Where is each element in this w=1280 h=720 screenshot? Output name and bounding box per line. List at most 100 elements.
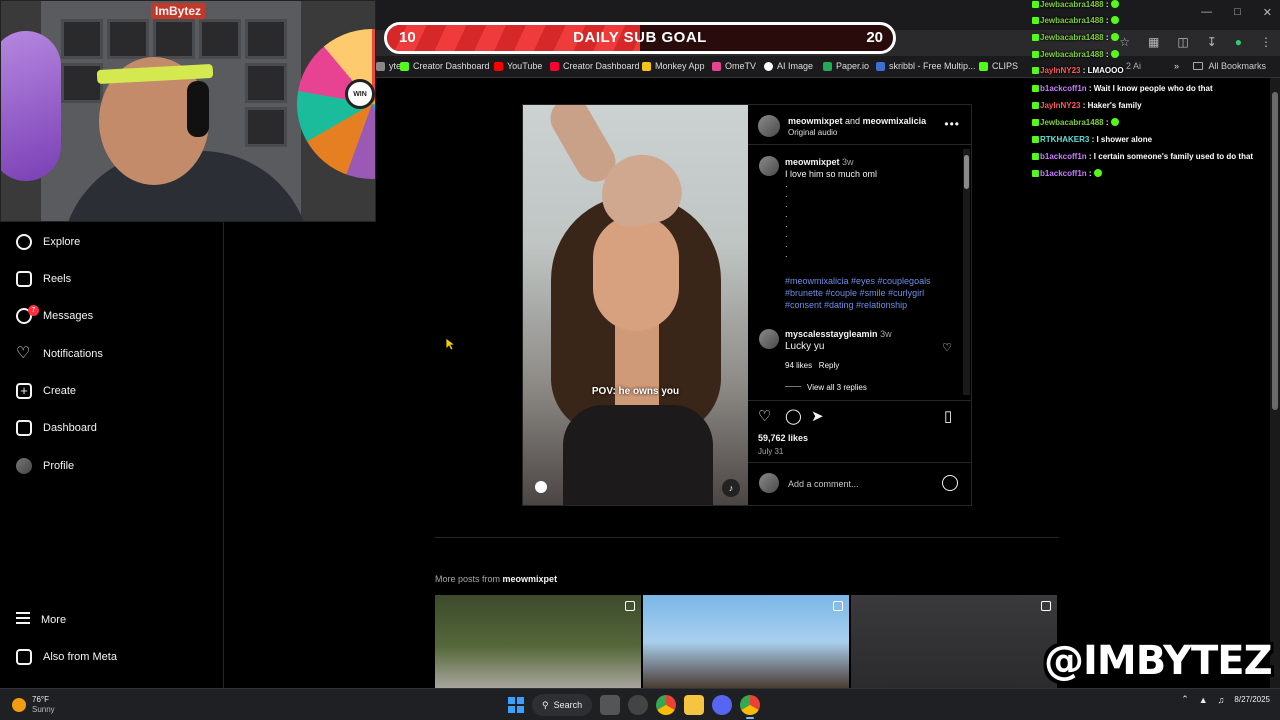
tagged-user-icon[interactable]: [535, 481, 547, 493]
avatar[interactable]: [759, 329, 779, 349]
carousel-icon: [1041, 601, 1051, 611]
bookmark[interactable]: OmeTV: [712, 61, 756, 71]
post-thumbnail[interactable]: [851, 595, 1057, 688]
discord-icon[interactable]: [712, 695, 733, 715]
chat-message: Jewbacabra1488 :: [1032, 118, 1119, 127]
file-explorer-icon[interactable]: [684, 695, 705, 715]
chat-username[interactable]: b1ackcoff1n: [1040, 84, 1087, 93]
bookmark[interactable]: Creator Dashboard: [400, 61, 490, 71]
post-card: POV: he owns you ♪ meowmixpet and meowmi…: [522, 104, 972, 506]
bookmark-label: CLIPS: [992, 61, 1019, 71]
bookmark[interactable]: Monkey App: [642, 61, 705, 71]
volume-icon[interactable]: ♫: [1218, 695, 1225, 705]
carousel-icon: [625, 601, 635, 611]
chat-username[interactable]: JaylnNY23: [1040, 66, 1080, 75]
chat-separator: :: [1086, 169, 1094, 178]
sidebar-item-more[interactable]: More: [16, 612, 66, 628]
bookmark[interactable]: Paper.io: [823, 61, 869, 71]
audio-link[interactable]: Original audio: [788, 128, 837, 137]
taskbar-search[interactable]: ⚲ Search: [532, 694, 593, 716]
chat-separator: :: [1103, 16, 1111, 25]
comment-icon[interactable]: ◯: [785, 409, 802, 424]
reel-video[interactable]: POV: he owns you ♪: [523, 105, 748, 505]
comment-like-icon[interactable]: ♡: [942, 341, 952, 354]
chat-username[interactable]: Jewbacabra1488: [1040, 50, 1104, 59]
share-icon[interactable]: ➤: [811, 409, 824, 424]
sidebar-item-messages[interactable]: 7 Messages: [16, 305, 93, 324]
like-icon[interactable]: ♡: [758, 409, 771, 424]
sidebar-item-reels[interactable]: Reels: [16, 271, 71, 287]
view-replies[interactable]: View all 3 replies: [785, 383, 867, 392]
bookmark[interactable]: skribbl - Free Multip...: [876, 61, 976, 71]
system-tray: ⌃ ▲ ♫ 8/27/2025: [1181, 694, 1270, 705]
chat-username[interactable]: Jewbacabra1488: [1040, 0, 1104, 9]
post-thumbnail[interactable]: [643, 595, 849, 688]
post-thumbnail[interactable]: [435, 595, 641, 688]
shelf-cell: [107, 19, 149, 59]
clock[interactable]: 8/27/2025: [1234, 695, 1270, 705]
more-posts-user[interactable]: meowmixpet: [503, 574, 558, 584]
chat-username[interactable]: JaylnNY23: [1040, 101, 1080, 110]
wifi-icon[interactable]: ▲: [1199, 695, 1208, 705]
chat-username[interactable]: b1ackcoff1n: [1040, 169, 1087, 178]
bookmark[interactable]: YouTube: [494, 61, 542, 71]
chat-badge-icon: [1032, 51, 1039, 58]
volume-icon[interactable]: ♪: [722, 479, 740, 497]
caption-username[interactable]: meowmixpet: [785, 157, 840, 167]
post-date: July 31: [758, 447, 784, 456]
chat-username[interactable]: b1ackcoff1n: [1040, 152, 1087, 161]
reply-link[interactable]: Reply: [819, 361, 839, 370]
chat-username[interactable]: Jewbacabra1488: [1040, 118, 1104, 127]
post-sidebar: meowmixpet and meowmixalicia Original au…: [748, 105, 972, 505]
sidebar-item-label: More: [41, 614, 67, 626]
comment-likes[interactable]: 94 likes: [785, 361, 812, 370]
headset-icon: [187, 81, 209, 137]
author-link[interactable]: meowmixpet: [788, 116, 843, 126]
avatar[interactable]: [759, 156, 779, 176]
sidebar-item-notifications[interactable]: ♡ Notifications: [16, 346, 103, 362]
comment-input[interactable]: Add a comment...: [788, 479, 859, 489]
comments-scrollbar[interactable]: [963, 149, 970, 395]
shelf-cell: [245, 63, 287, 103]
chat-username[interactable]: RTKHAKER3: [1040, 135, 1089, 144]
windows-start-icon[interactable]: [508, 697, 524, 713]
chat-badge-icon: [1032, 1, 1039, 8]
sidebar-item-create[interactable]: + Create: [16, 383, 76, 399]
sidebar-item-dashboard[interactable]: Dashboard: [16, 420, 97, 436]
cursor-icon: [445, 337, 455, 351]
scroll-thumb[interactable]: [964, 155, 969, 189]
bookmark-icon[interactable]: ▯: [944, 409, 952, 424]
task-view-icon[interactable]: [600, 695, 621, 715]
more-options-icon[interactable]: •••: [944, 117, 960, 131]
avatar[interactable]: [758, 115, 780, 137]
comment-username[interactable]: myscalesstaygleamin: [785, 329, 878, 339]
chevron-up-icon[interactable]: ⌃: [1181, 694, 1189, 705]
paperio-icon: [823, 61, 832, 71]
chrome-icon[interactable]: [656, 695, 677, 715]
chat-username[interactable]: Jewbacabra1488: [1040, 16, 1104, 25]
sidebar-item-explore[interactable]: Explore: [16, 234, 80, 250]
sidebar-item-profile[interactable]: Profile: [16, 458, 74, 474]
emoji-icon[interactable]: [942, 475, 958, 491]
weather-widget[interactable]: 76°F Sunny: [12, 695, 55, 715]
bookmark-favicon: [376, 61, 385, 71]
hashtags[interactable]: #meowmixalicia #eyes #couplegoals #brune…: [785, 275, 955, 311]
obs-icon[interactable]: [628, 695, 649, 715]
chat-username[interactable]: Jewbacabra1488: [1040, 33, 1104, 42]
chat-text: LMAOOO: [1087, 66, 1124, 75]
bookmark[interactable]: AI Image: [764, 61, 813, 71]
skribbl-icon: [876, 61, 885, 71]
grid-icon: [16, 649, 32, 665]
emote-icon: [1110, 0, 1119, 8]
weather-condition: Sunny: [32, 705, 55, 714]
chat-separator: :: [1086, 84, 1094, 93]
chat-badge-icon: [1032, 102, 1039, 109]
chrome-icon[interactable]: [740, 695, 761, 719]
author-link[interactable]: meowmixalicia: [863, 116, 927, 126]
shelf-cell: [61, 63, 103, 103]
like-count[interactable]: 59,762 likes: [758, 433, 808, 443]
bookmark[interactable]: CLIPS: [979, 61, 1018, 71]
bookmark[interactable]: Creator Dashboard: [550, 61, 640, 71]
caption-time: 3w: [842, 157, 854, 167]
sidebar-item-also-from-meta[interactable]: Also from Meta: [16, 649, 117, 665]
